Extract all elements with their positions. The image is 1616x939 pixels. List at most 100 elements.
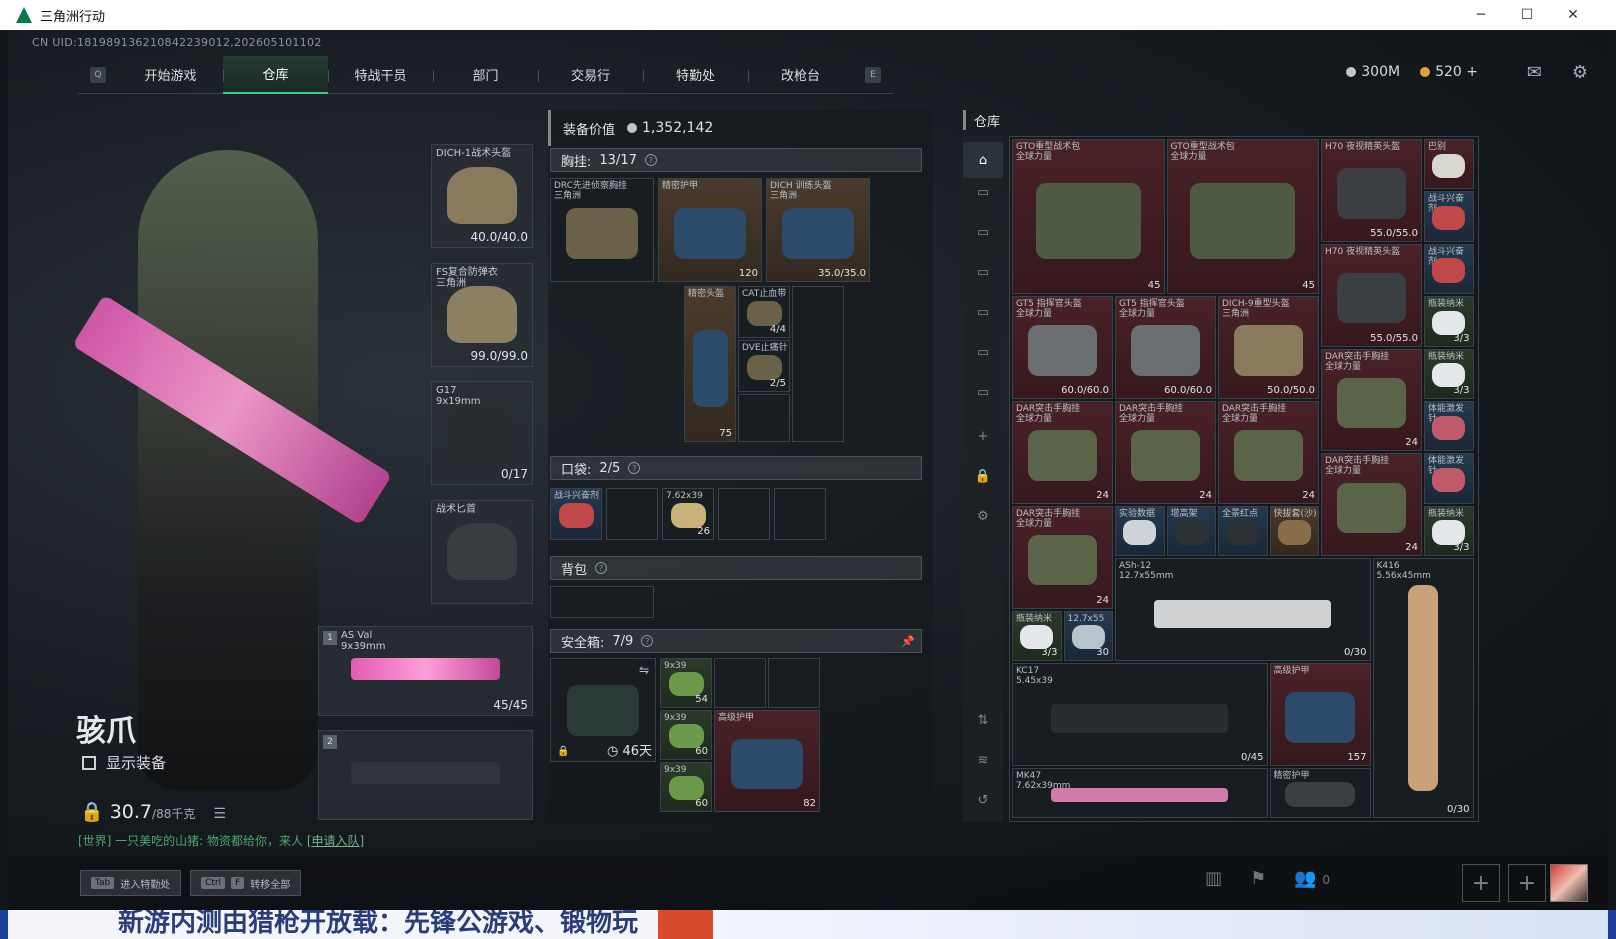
add-gold-button[interactable]: +: [1466, 64, 1478, 80]
safe-box-item[interactable]: 9x39 60: [660, 762, 712, 812]
stash-item[interactable]: 全景红点: [1218, 505, 1268, 557]
help-icon[interactable]: ?: [644, 154, 657, 166]
enter-workshop-hint[interactable]: Tab 进入特勤处: [80, 870, 182, 896]
stash-item[interactable]: 战斗兴奋剂: [1424, 243, 1474, 295]
stash-item[interactable]: 增高架: [1166, 505, 1216, 557]
safe-box-item[interactable]: 9x39 60: [660, 710, 712, 760]
chest-rig-item[interactable]: 精密头盔 75: [684, 286, 736, 442]
recycle-icon[interactable]: ↺: [973, 790, 993, 810]
stash-item[interactable]: 瓶装纳米 3/3: [1012, 610, 1062, 661]
stash-item[interactable]: DAR突击手胸挂 全球力量 24: [1321, 453, 1422, 557]
empty-slot[interactable]: [738, 394, 790, 442]
weapon-slot[interactable]: 2: [318, 730, 533, 820]
tab-1[interactable]: 仓库: [223, 55, 328, 94]
help-icon[interactable]: ?: [641, 635, 654, 647]
empty-slot[interactable]: [792, 286, 844, 442]
settings-icon[interactable]: ⚙: [973, 506, 993, 526]
stash-item[interactable]: KC17 5.45x39 0/45: [1012, 663, 1268, 766]
stash-item[interactable]: 战斗兴奋剂: [1424, 191, 1474, 242]
vault-icon[interactable]: ⌂: [963, 142, 1003, 178]
avatar[interactable]: [1550, 864, 1588, 902]
list-icon[interactable]: ☰: [213, 806, 226, 822]
stash-item[interactable]: DICH-9重型头盔 三角洲 50.0/50.0: [1218, 296, 1319, 399]
lock-icon[interactable]: 🔒: [973, 466, 993, 486]
chest-rig-item[interactable]: DICH 训练头盔 三角洲 35.0/35.0: [766, 178, 870, 282]
chest-rig-item[interactable]: 精密护甲 120: [658, 178, 762, 282]
stash-item[interactable]: DAR突击手胸挂 全球力量 24: [1218, 401, 1319, 504]
category-icon[interactable]: ▭: [973, 222, 993, 242]
empty-slot[interactable]: [768, 658, 820, 708]
pin-icon[interactable]: 📌: [901, 635, 915, 648]
tab-2[interactable]: 特战干员: [328, 56, 433, 94]
stash-item[interactable]: GT5 指挥官头盔 全球力量 60.0/60.0: [1115, 296, 1216, 399]
stash-item[interactable]: DAR突击手胸挂 全球力量 24: [1012, 401, 1113, 504]
tab-5[interactable]: 特勤处: [643, 56, 748, 94]
tab-4[interactable]: 交易行: [538, 56, 643, 94]
mail-icon[interactable]: ✉: [1527, 62, 1542, 83]
nav-prev-key[interactable]: Q: [90, 66, 106, 83]
stash-item[interactable]: 巴别: [1424, 139, 1474, 190]
empty-slot[interactable]: [714, 658, 766, 708]
chat-join-link[interactable]: [申请入队]: [307, 834, 364, 848]
nav-next-key[interactable]: E: [865, 66, 881, 83]
category-icon[interactable]: ▭: [973, 262, 993, 282]
stash-item[interactable]: H70 夜视精英头盔 55.0/55.0: [1321, 139, 1422, 242]
stash-item[interactable]: H70 夜视精英头盔 55.0/55.0: [1321, 243, 1422, 347]
stash-item[interactable]: GTO重型战术包 全球力量 45: [1012, 139, 1165, 295]
category-icon[interactable]: ▭: [973, 382, 993, 402]
stash-item[interactable]: 体能激发针: [1424, 453, 1474, 504]
pocket-item[interactable]: [606, 488, 658, 540]
empty-pocket-slot[interactable]: 7.62x39 26: [662, 488, 714, 540]
add-icon[interactable]: +: [973, 426, 993, 446]
stash-item[interactable]: 12.7x55 30: [1063, 610, 1113, 661]
safe-box-item[interactable]: 高级护甲 82: [714, 710, 820, 812]
backpack-slot[interactable]: [550, 586, 654, 618]
gold-currency[interactable]: 520 +: [1420, 64, 1478, 80]
empty-pocket-slot[interactable]: [774, 488, 826, 540]
stash-item[interactable]: 快拔套(沙): [1269, 505, 1319, 557]
friends-button[interactable]: 👥 0: [1294, 868, 1330, 889]
equipment-slot[interactable]: FS复合防弹衣 三角洲 99.0/99.0: [431, 263, 533, 367]
add-teammate-button[interactable]: +: [1462, 864, 1500, 902]
weapon-slot[interactable]: 1 AS Val 9x39mm 45/45: [318, 626, 533, 716]
help-icon[interactable]: ?: [628, 462, 641, 474]
stash-item[interactable]: DAR突击手胸挂 全球力量 24: [1012, 505, 1113, 609]
stash-item[interactable]: 瓶装纳米 3/3: [1424, 505, 1474, 557]
tab-0[interactable]: 开始游戏: [118, 56, 223, 94]
flag-icon[interactable]: ⚑: [1250, 868, 1266, 889]
equipment-slot[interactable]: DICH-1战术头盔 40.0/40.0: [431, 144, 533, 248]
maximize-button[interactable]: ☐: [1504, 0, 1550, 30]
gear-icon[interactable]: ⚙: [1572, 62, 1588, 83]
transfer-all-hint[interactable]: Ctrl F 转移全部: [190, 870, 302, 896]
show-gear-toggle[interactable]: 显示装备: [82, 752, 166, 773]
stash-item[interactable]: 瓶装纳米 3/3: [1424, 296, 1474, 347]
close-button[interactable]: ✕: [1550, 0, 1596, 30]
swap-icon[interactable]: ⇋: [639, 663, 649, 677]
empty-pocket-slot[interactable]: [718, 488, 770, 540]
add-teammate-button[interactable]: +: [1508, 864, 1546, 902]
show-gear-checkbox[interactable]: [82, 755, 96, 770]
equipment-slot[interactable]: 战术匕首: [431, 500, 533, 604]
stash-item[interactable]: GT5 指挥官头盔 全球力量 60.0/60.0: [1012, 296, 1113, 399]
stash-item[interactable]: 体能激发针: [1424, 401, 1474, 452]
category-icon[interactable]: ▭: [973, 182, 993, 202]
help-icon[interactable]: ?: [595, 562, 608, 574]
category-icon[interactable]: ▭: [973, 342, 993, 362]
stash-item[interactable]: 瓶装纳米 3/3: [1424, 348, 1474, 399]
stash-item[interactable]: ASh-12 12.7x55mm 0/30: [1115, 558, 1371, 661]
safe-box-item[interactable]: 9x39 54: [660, 658, 712, 708]
stash-item[interactable]: 高级护甲 157: [1269, 663, 1371, 766]
stats-icon[interactable]: ▥: [1205, 868, 1222, 889]
stash-item[interactable]: MK47 7.62x39mm: [1012, 767, 1268, 819]
equipment-slot[interactable]: G17 9x19mm 0/17: [431, 381, 533, 485]
stash-item[interactable]: DAR突击手胸挂 全球力量 24: [1115, 401, 1216, 504]
silver-currency[interactable]: 300M: [1346, 64, 1400, 80]
stash-item[interactable]: DAR突击手胸挂 全球力量 24: [1321, 348, 1422, 452]
chest-rig-item[interactable]: CAT止血带 4/4: [738, 286, 790, 338]
stash-item[interactable]: 实验数据: [1115, 505, 1165, 557]
chest-rig-item[interactable]: DVE止痛针 2/5: [738, 340, 790, 392]
category-icon[interactable]: ▭: [973, 302, 993, 322]
layers-icon[interactable]: ≋: [973, 750, 993, 770]
minimize-button[interactable]: ─: [1458, 0, 1504, 30]
tab-3[interactable]: 部门: [433, 56, 538, 94]
